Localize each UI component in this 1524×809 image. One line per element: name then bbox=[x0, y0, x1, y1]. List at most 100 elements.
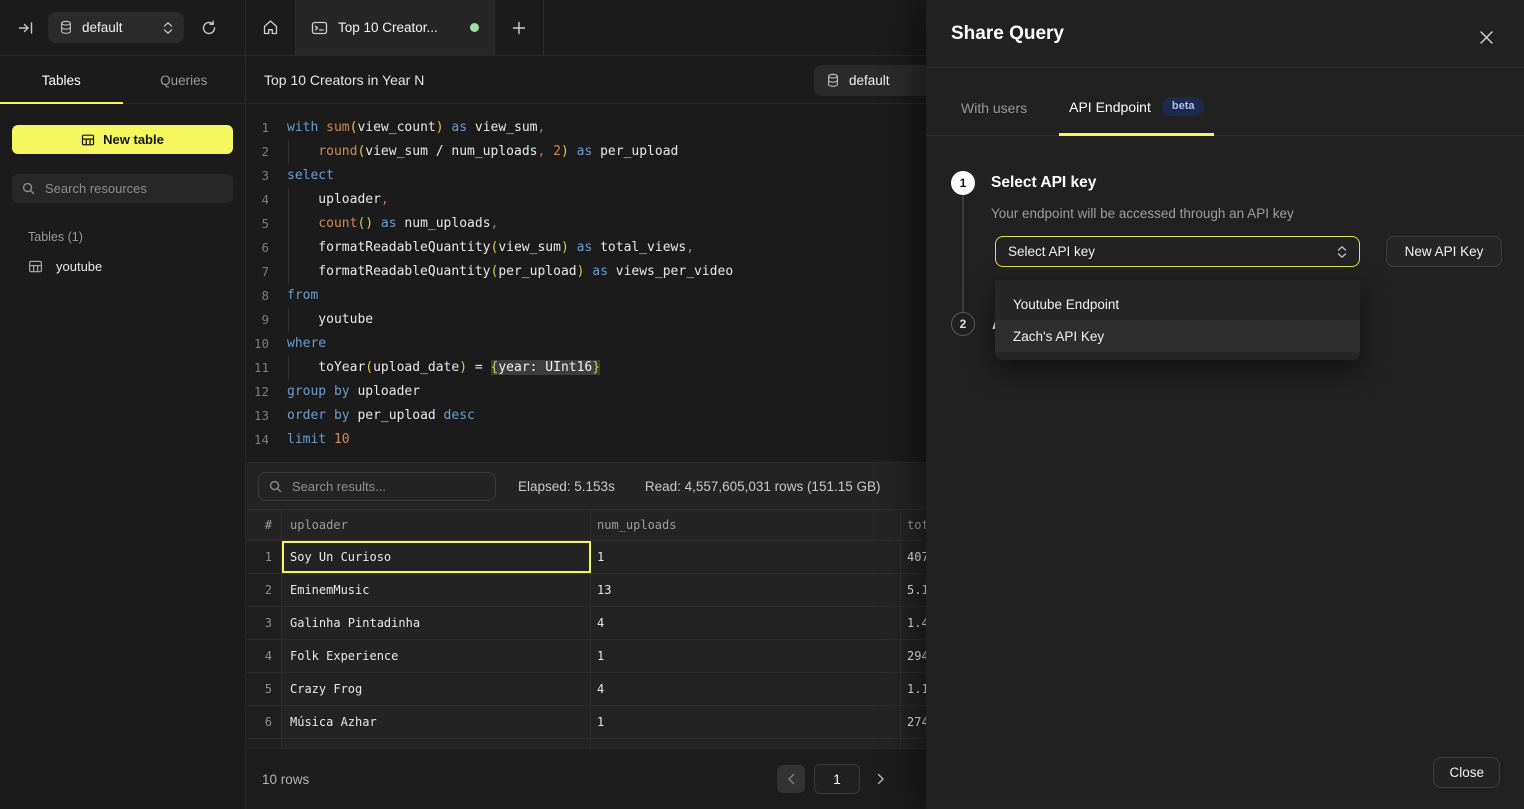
tables-section-label: Tables (1) bbox=[28, 230, 245, 244]
table-item-label: youtube bbox=[56, 259, 102, 274]
cell-uploader[interactable]: EminemMusic bbox=[282, 574, 591, 606]
sidebar-collapse-button[interactable] bbox=[18, 20, 34, 36]
new-table-label: New table bbox=[103, 132, 164, 147]
cell-num-uploads[interactable]: 1 bbox=[591, 640, 901, 672]
chevron-right-icon bbox=[876, 773, 885, 785]
cell-uploader[interactable]: Galinha Pintadinha bbox=[282, 607, 591, 639]
column-header-uploader[interactable]: uploader bbox=[282, 510, 591, 540]
sidebar-search bbox=[12, 174, 233, 203]
line-number: 5 bbox=[247, 212, 287, 236]
step-1-number: 1 bbox=[951, 171, 975, 195]
line-number: 8 bbox=[247, 284, 287, 308]
tab-tables[interactable]: Tables bbox=[0, 57, 123, 103]
database-select[interactable]: default bbox=[48, 12, 184, 43]
beta-badge: beta bbox=[1162, 97, 1205, 116]
line-number: 11 bbox=[247, 356, 287, 380]
chevron-left-icon bbox=[787, 773, 796, 785]
step-2-number: 2 bbox=[951, 312, 975, 336]
tab-api-endpoint[interactable]: API Endpoint beta bbox=[1059, 97, 1214, 135]
new-table-button[interactable]: New table bbox=[12, 125, 233, 154]
cell-empty bbox=[591, 739, 901, 748]
line-number: 10 bbox=[247, 332, 287, 356]
share-query-panel: Share Query With users API Endpoint beta… bbox=[926, 0, 1524, 809]
share-panel-header: Share Query bbox=[926, 0, 1524, 68]
close-icon bbox=[1479, 30, 1494, 45]
previous-page-button[interactable] bbox=[777, 765, 805, 793]
next-page-button[interactable] bbox=[869, 773, 891, 785]
chevron-updown-icon bbox=[163, 21, 173, 35]
unsaved-changes-dot bbox=[470, 23, 479, 32]
line-number: 7 bbox=[247, 260, 287, 284]
sidebar: Tables Queries New table Tables (1) yout… bbox=[0, 57, 246, 809]
collapse-sidebar-icon bbox=[18, 20, 34, 36]
row-number: 3 bbox=[247, 607, 282, 639]
refresh-button[interactable] bbox=[201, 20, 217, 36]
line-number: 4 bbox=[247, 188, 287, 212]
editor-tab[interactable]: Top 10 Creator... bbox=[295, 0, 495, 55]
new-api-key-button[interactable]: New API Key bbox=[1386, 236, 1502, 267]
table-grid-icon bbox=[28, 259, 43, 274]
cell-num-uploads[interactable]: 4 bbox=[591, 673, 901, 705]
table-item-youtube[interactable]: youtube bbox=[28, 259, 245, 274]
line-number: 1 bbox=[247, 116, 287, 140]
search-results-input[interactable] bbox=[290, 478, 485, 495]
editor-database-value: default bbox=[849, 73, 890, 88]
tab-with-users-label: With users bbox=[961, 100, 1027, 116]
home-icon bbox=[262, 19, 279, 36]
line-number: 6 bbox=[247, 236, 287, 260]
home-button[interactable] bbox=[246, 0, 295, 55]
column-header-num-uploads[interactable]: num_uploads bbox=[591, 510, 901, 540]
line-number: 3 bbox=[247, 164, 287, 188]
elapsed-stat: Elapsed: 5.153s bbox=[518, 479, 615, 494]
row-number: 1 bbox=[247, 541, 282, 573]
row-number: 4 bbox=[247, 640, 282, 672]
results-search bbox=[258, 472, 496, 501]
line-number: 14 bbox=[247, 428, 287, 452]
tab-queries[interactable]: Queries bbox=[123, 57, 246, 103]
close-button[interactable]: Close bbox=[1433, 757, 1500, 788]
query-title: Top 10 Creators in Year N bbox=[264, 72, 424, 88]
table-grid-icon bbox=[81, 133, 95, 147]
column-header-row-number[interactable]: # bbox=[247, 510, 282, 540]
line-number: 13 bbox=[247, 404, 287, 428]
sidebar-tabs: Tables Queries bbox=[0, 57, 245, 104]
close-panel-button[interactable] bbox=[1479, 30, 1494, 45]
step-1-title: Select API key bbox=[991, 171, 1502, 192]
pagination: 1 bbox=[777, 764, 891, 794]
line-number: 9 bbox=[247, 308, 287, 332]
cell-empty bbox=[282, 739, 591, 748]
share-panel-title: Share Query bbox=[951, 23, 1064, 45]
page-number-button[interactable]: 1 bbox=[814, 764, 860, 794]
search-icon bbox=[269, 480, 282, 493]
api-key-select[interactable]: Select API key bbox=[995, 236, 1360, 267]
share-panel-body: 1 Select API key Your endpoint will be a… bbox=[926, 136, 1524, 808]
cell-num-uploads[interactable]: 13 bbox=[591, 574, 901, 606]
read-stat: Read: 4,557,605,031 rows (151.15 GB) bbox=[645, 479, 881, 494]
cell-uploader[interactable]: Folk Experience bbox=[282, 640, 591, 672]
tab-tables-label: Tables bbox=[42, 73, 81, 88]
row-number: 6 bbox=[247, 706, 282, 738]
api-key-option[interactable]: Youtube Endpoint bbox=[995, 288, 1360, 320]
row-number: 2 bbox=[247, 574, 282, 606]
cell-uploader[interactable]: Crazy Frog bbox=[282, 673, 591, 705]
cell-uploader[interactable]: Música Azhar bbox=[282, 706, 591, 738]
results-footer: 10 rows 1 bbox=[247, 748, 927, 809]
cell-num-uploads[interactable]: 1 bbox=[591, 706, 901, 738]
tab-with-users[interactable]: With users bbox=[951, 100, 1037, 135]
editor-tab-label: Top 10 Creator... bbox=[338, 20, 460, 35]
topbar-left: default bbox=[0, 0, 246, 55]
cell-uploader[interactable]: Soy Un Curioso bbox=[282, 541, 591, 573]
search-resources-input[interactable] bbox=[43, 180, 223, 197]
cell-num-uploads[interactable]: 1 bbox=[591, 541, 901, 573]
new-tab-button[interactable] bbox=[495, 0, 544, 55]
tab-queries-label: Queries bbox=[160, 73, 207, 88]
cell-num-uploads[interactable]: 4 bbox=[591, 607, 901, 639]
api-key-option[interactable]: Zach's API Key bbox=[995, 320, 1360, 352]
line-number: 2 bbox=[247, 140, 287, 164]
refresh-icon bbox=[201, 20, 217, 36]
chevron-updown-icon bbox=[1337, 245, 1347, 259]
row-number: 5 bbox=[247, 673, 282, 705]
tab-api-endpoint-label: API Endpoint bbox=[1069, 99, 1151, 115]
api-key-select-value: Select API key bbox=[1008, 244, 1095, 259]
search-icon bbox=[22, 182, 35, 195]
